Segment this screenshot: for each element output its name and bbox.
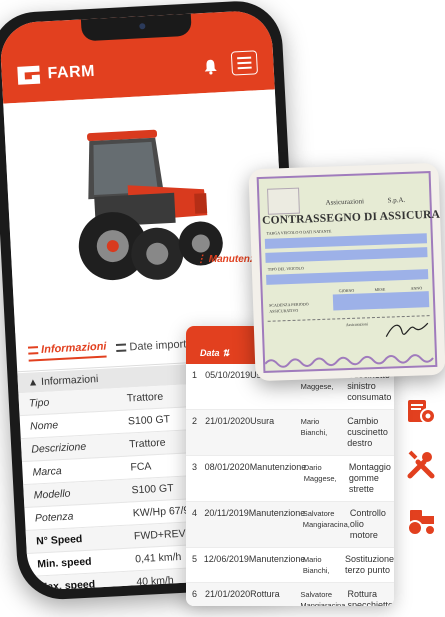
bell-icon[interactable]	[203, 58, 218, 75]
tab-informazioni[interactable]: Informazioni	[27, 340, 107, 362]
row-number: 1	[192, 370, 198, 380]
farm-logo-icon	[17, 65, 41, 85]
maintenance-date: 21/01/2020	[205, 589, 251, 599]
brand-name: FARM	[47, 62, 96, 83]
maintenance-row[interactable]: 2 21/01/2020 Usura Mario Bianchi, Cambio cus…	[186, 410, 394, 456]
info-key: Max. speed	[38, 578, 96, 591]
maintenance-type: Manutenzione	[248, 508, 306, 518]
car-icon: ▲	[27, 376, 39, 389]
row-number: 5	[192, 554, 198, 564]
info-key: Nome	[29, 419, 59, 433]
maintenance-person: Dario Maggese,	[303, 463, 337, 483]
maintenance-type: Usura	[250, 416, 275, 426]
cert-expiry: SCADENZA PERIODO	[269, 301, 309, 308]
manual-gear-icon	[408, 400, 436, 424]
maintenance-note: Cambio cuscinetto destro	[347, 416, 388, 448]
maintenance-row[interactable]: 6 21/01/2020 Rottura Salvatore Mangiaracina…	[186, 583, 394, 606]
tractor-image	[3, 89, 287, 334]
maintenance-person: Salvatore Mangiaracina,	[302, 509, 350, 529]
info-key: Modello	[33, 487, 71, 502]
row-number: 6	[192, 589, 198, 599]
cert-bar	[266, 269, 429, 285]
camera	[139, 23, 146, 30]
info-key: Marca	[32, 465, 63, 479]
cert-bar	[265, 247, 428, 263]
maintenance-person: Salvatore Mangiaracina,	[300, 590, 348, 606]
maintenance-date: 12/06/2019	[203, 554, 249, 564]
cert-bar	[264, 233, 428, 249]
row-number: 4	[192, 508, 198, 518]
info-value: FCA	[130, 460, 152, 474]
info-key: N° Speed	[35, 533, 83, 548]
cert-signature-label: Assicurazioni	[345, 321, 368, 328]
info-key: Descrizione	[31, 440, 87, 456]
maintenance-date: 21/01/2020	[205, 416, 251, 426]
maintenance-row[interactable]: 3 08/01/2020 Manutenzione Dario Maggese, Mon…	[186, 456, 394, 502]
info-value: Trattore	[126, 390, 164, 405]
list-icon	[116, 343, 127, 353]
cert-border-pattern	[264, 354, 434, 368]
info-value: S100 GT	[131, 482, 174, 497]
cert-col-mese: MESE	[374, 286, 386, 293]
certificate-body: Assicurazioni S.p.A. CONTRASSEGNO DI ASS…	[256, 171, 445, 373]
certificate-stamp-box	[267, 187, 300, 215]
maintenance-note: Controllo olio motore	[349, 508, 386, 540]
info-value: 0,41 km/h	[134, 550, 182, 566]
info-value: S100 GT	[127, 413, 171, 428]
insurance-certificate: Assicurazioni S.p.A. CONTRASSEGNO DI ASS…	[248, 162, 445, 382]
maintenance-rows: 105/10/2019UsuraDario Maggese,Cuscinetto…	[186, 364, 394, 606]
info-key: Potenza	[34, 510, 74, 525]
maintenance-note: Montaggio gomme strette	[348, 462, 391, 494]
cert-field2: TIPO DEL VEICOLO	[267, 265, 304, 272]
date-column-header[interactable]: Data ⇅	[200, 348, 230, 359]
maintenance-date: 08/01/2020	[204, 462, 250, 472]
info-key: Min. speed	[37, 555, 92, 571]
tools-icon	[407, 450, 435, 479]
maintenance-type: Manutenzione	[249, 462, 307, 472]
maintenance-row[interactable]: 4 20/11/2019 Manutenzione Salvatore Mangiar…	[186, 502, 394, 548]
maintenance-person: Mario Bianchi,	[302, 555, 330, 575]
info-value: Trattore	[128, 436, 166, 451]
cert-col-anno: ANNO	[410, 285, 423, 291]
signature-mark	[385, 322, 429, 337]
cert-col-giorno: GIORNO	[338, 287, 355, 294]
cert-field1: TARGA VEICOLO O DATI NATANTE	[266, 228, 332, 236]
cert-assicurativo: ASSICURATIVO	[269, 307, 299, 314]
maintenance-date: 20/11/2019	[204, 508, 249, 518]
maintenance-note: Sostituzione terzo punto	[344, 554, 394, 575]
menu-line	[237, 56, 252, 60]
maintenance-note: Rottura specchietto destro	[347, 589, 393, 606]
cert-company-suffix: S.p.A.	[387, 195, 406, 205]
tab-informazioni-label: Informazioni	[40, 340, 107, 356]
row-number: 3	[192, 462, 198, 472]
maintenance-type: Manutenzione	[248, 554, 306, 564]
maintenance-row[interactable]: 5 12/06/2019 Manutenzione Mario Bianchi, Sos…	[186, 548, 394, 583]
info-section-title: Informazioni	[40, 373, 99, 389]
list-icon	[27, 345, 39, 355]
cert-date-box	[332, 291, 430, 311]
tractor-illustration	[78, 129, 223, 281]
info-value: 40 km/h	[136, 574, 175, 589]
info-key: Tipo	[28, 396, 50, 410]
tractor-icon	[407, 510, 436, 536]
menu-line	[237, 66, 252, 70]
maintenance-date: 05/10/2019	[205, 370, 251, 380]
cert-company-label: Assicurazioni	[325, 197, 365, 207]
menu-button[interactable]	[230, 50, 259, 76]
row-number: 2	[192, 416, 198, 426]
maintenance-type: Rottura	[250, 589, 280, 599]
menu-line	[237, 61, 252, 65]
maintenance-person: Mario Bianchi,	[300, 417, 328, 437]
list-icon: ⋮	[196, 254, 206, 265]
